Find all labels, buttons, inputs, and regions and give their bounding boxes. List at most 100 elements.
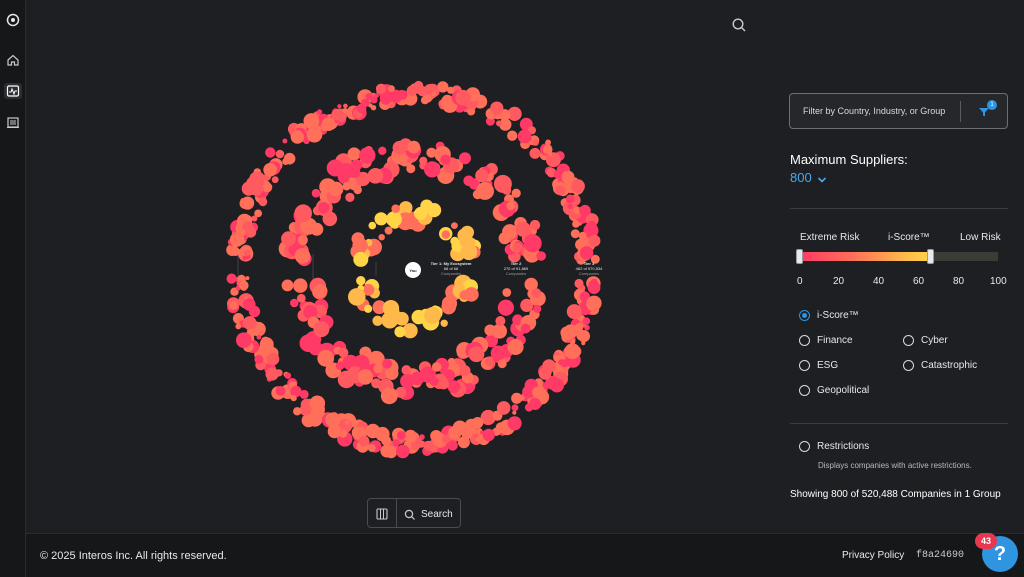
tier3-node[interactable] [309,395,326,412]
tier2-node[interactable] [502,185,512,195]
tier3-node[interactable] [588,279,599,290]
tier2-node[interactable] [419,156,428,165]
tier3-node[interactable] [284,372,292,379]
tier3-node[interactable] [553,355,560,362]
tier2-node[interactable] [429,377,439,387]
tier2-node[interactable] [312,286,325,299]
tier3-node[interactable] [565,194,575,204]
tier2-node[interactable] [281,231,296,247]
tier3-node[interactable] [532,386,544,398]
tier2-node[interactable] [529,219,541,231]
activity-icon[interactable] [6,84,20,98]
tier2-node[interactable] [296,293,306,303]
tier3-node[interactable] [282,158,290,165]
tier2-node[interactable] [520,323,531,334]
slider-min-handle[interactable] [796,249,803,264]
radio-iscore[interactable] [799,310,810,321]
you-node[interactable]: You [405,262,421,278]
tier3-node[interactable] [484,417,492,425]
tier2-node[interactable] [447,380,461,393]
tier3-node[interactable] [396,431,406,440]
tier3-node[interactable] [388,85,395,92]
tier2-node[interactable] [497,299,514,316]
tier3-node[interactable] [317,109,323,115]
privacy-policy-link[interactable]: Privacy Policy [842,550,904,561]
tier2-node[interactable] [502,288,512,297]
tier3-node[interactable] [471,417,484,429]
tier3-node[interactable] [581,341,586,346]
tier2-node[interactable] [328,181,344,197]
tier3-node[interactable] [511,404,519,412]
tier2-node[interactable] [293,278,308,293]
tier3-node[interactable] [423,440,434,451]
tier2-node[interactable] [476,182,494,200]
tier1-node[interactable] [440,319,448,327]
radio-catastrophic-label[interactable]: Catastrophic [921,360,977,371]
tier3-node[interactable] [244,249,251,257]
search-button[interactable]: Search [421,509,453,520]
tier3-node[interactable] [553,170,563,179]
tier1-node[interactable] [460,225,474,240]
tier3-node[interactable] [512,410,517,415]
tier2-node[interactable] [431,362,442,372]
tier3-node[interactable] [507,130,518,141]
tier3-node[interactable] [265,147,276,158]
tier2-node[interactable] [281,279,294,292]
tier3-node[interactable] [243,298,256,311]
tier3-node[interactable] [261,347,271,357]
tier3-node[interactable] [293,407,302,416]
tier2-label[interactable]: Tier 2 270 of 91,869 Companies [497,261,535,276]
tier3-node[interactable] [245,276,250,281]
tier2-node[interactable] [533,304,542,313]
tier3-node[interactable] [571,179,585,194]
tier3-node[interactable] [263,163,277,177]
radio-finance[interactable] [799,335,810,346]
tier3-node[interactable] [586,295,602,311]
tier2-node[interactable] [424,161,441,178]
tier2-node[interactable] [440,154,451,165]
tier3-node[interactable] [226,273,237,284]
tier3-node[interactable] [507,416,522,431]
tier3-node[interactable] [299,389,309,399]
tier2-node[interactable] [498,232,511,245]
tier3-node[interactable] [555,185,566,196]
tier2-node[interactable] [338,347,349,358]
tier3-node[interactable] [282,138,288,144]
tier1-node[interactable] [374,212,388,226]
tier3-node[interactable] [482,428,495,442]
tier3-node[interactable] [307,411,323,427]
radio-catastrophic[interactable] [903,360,914,371]
tier3-node[interactable] [574,278,584,289]
radio-iscore-label[interactable]: i-Score™ [817,310,859,321]
tier3-node[interactable] [561,170,575,184]
tier3-node[interactable] [275,369,283,377]
supplier-network-graph[interactable] [26,0,771,533]
risk-slider-track[interactable] [800,252,998,261]
tier2-node[interactable] [468,346,485,363]
tier3-label[interactable]: Tier 3 462 of 570,534 Companies [570,261,608,276]
tier3-node[interactable] [381,435,392,446]
tier1-label[interactable]: Tier 1: My Ecosystem 68 of 68 Companies [428,261,474,276]
tier1-node[interactable] [450,236,460,246]
tier1-node[interactable] [368,221,377,230]
tier3-node[interactable] [379,92,392,105]
tier1-node[interactable] [441,230,450,239]
tier3-node[interactable] [572,220,580,228]
tier1-node[interactable] [391,204,401,213]
home-icon[interactable] [6,53,20,67]
tier1-node[interactable] [352,237,368,254]
tier3-node[interactable] [566,304,582,320]
tier3-node[interactable] [532,139,539,146]
tier3-node[interactable] [256,334,262,340]
tier1-node[interactable] [459,290,470,301]
tier3-node[interactable] [258,197,268,207]
tier2-node[interactable] [512,242,523,253]
tier2-node[interactable] [515,221,531,237]
tier2-node[interactable] [313,321,330,338]
tier1-node[interactable] [364,304,373,313]
tier1-node[interactable] [427,203,442,218]
radio-cyber[interactable] [903,335,914,346]
tier3-node[interactable] [376,89,381,94]
radio-geopolitical[interactable] [799,385,810,396]
tier3-node[interactable] [251,215,258,222]
